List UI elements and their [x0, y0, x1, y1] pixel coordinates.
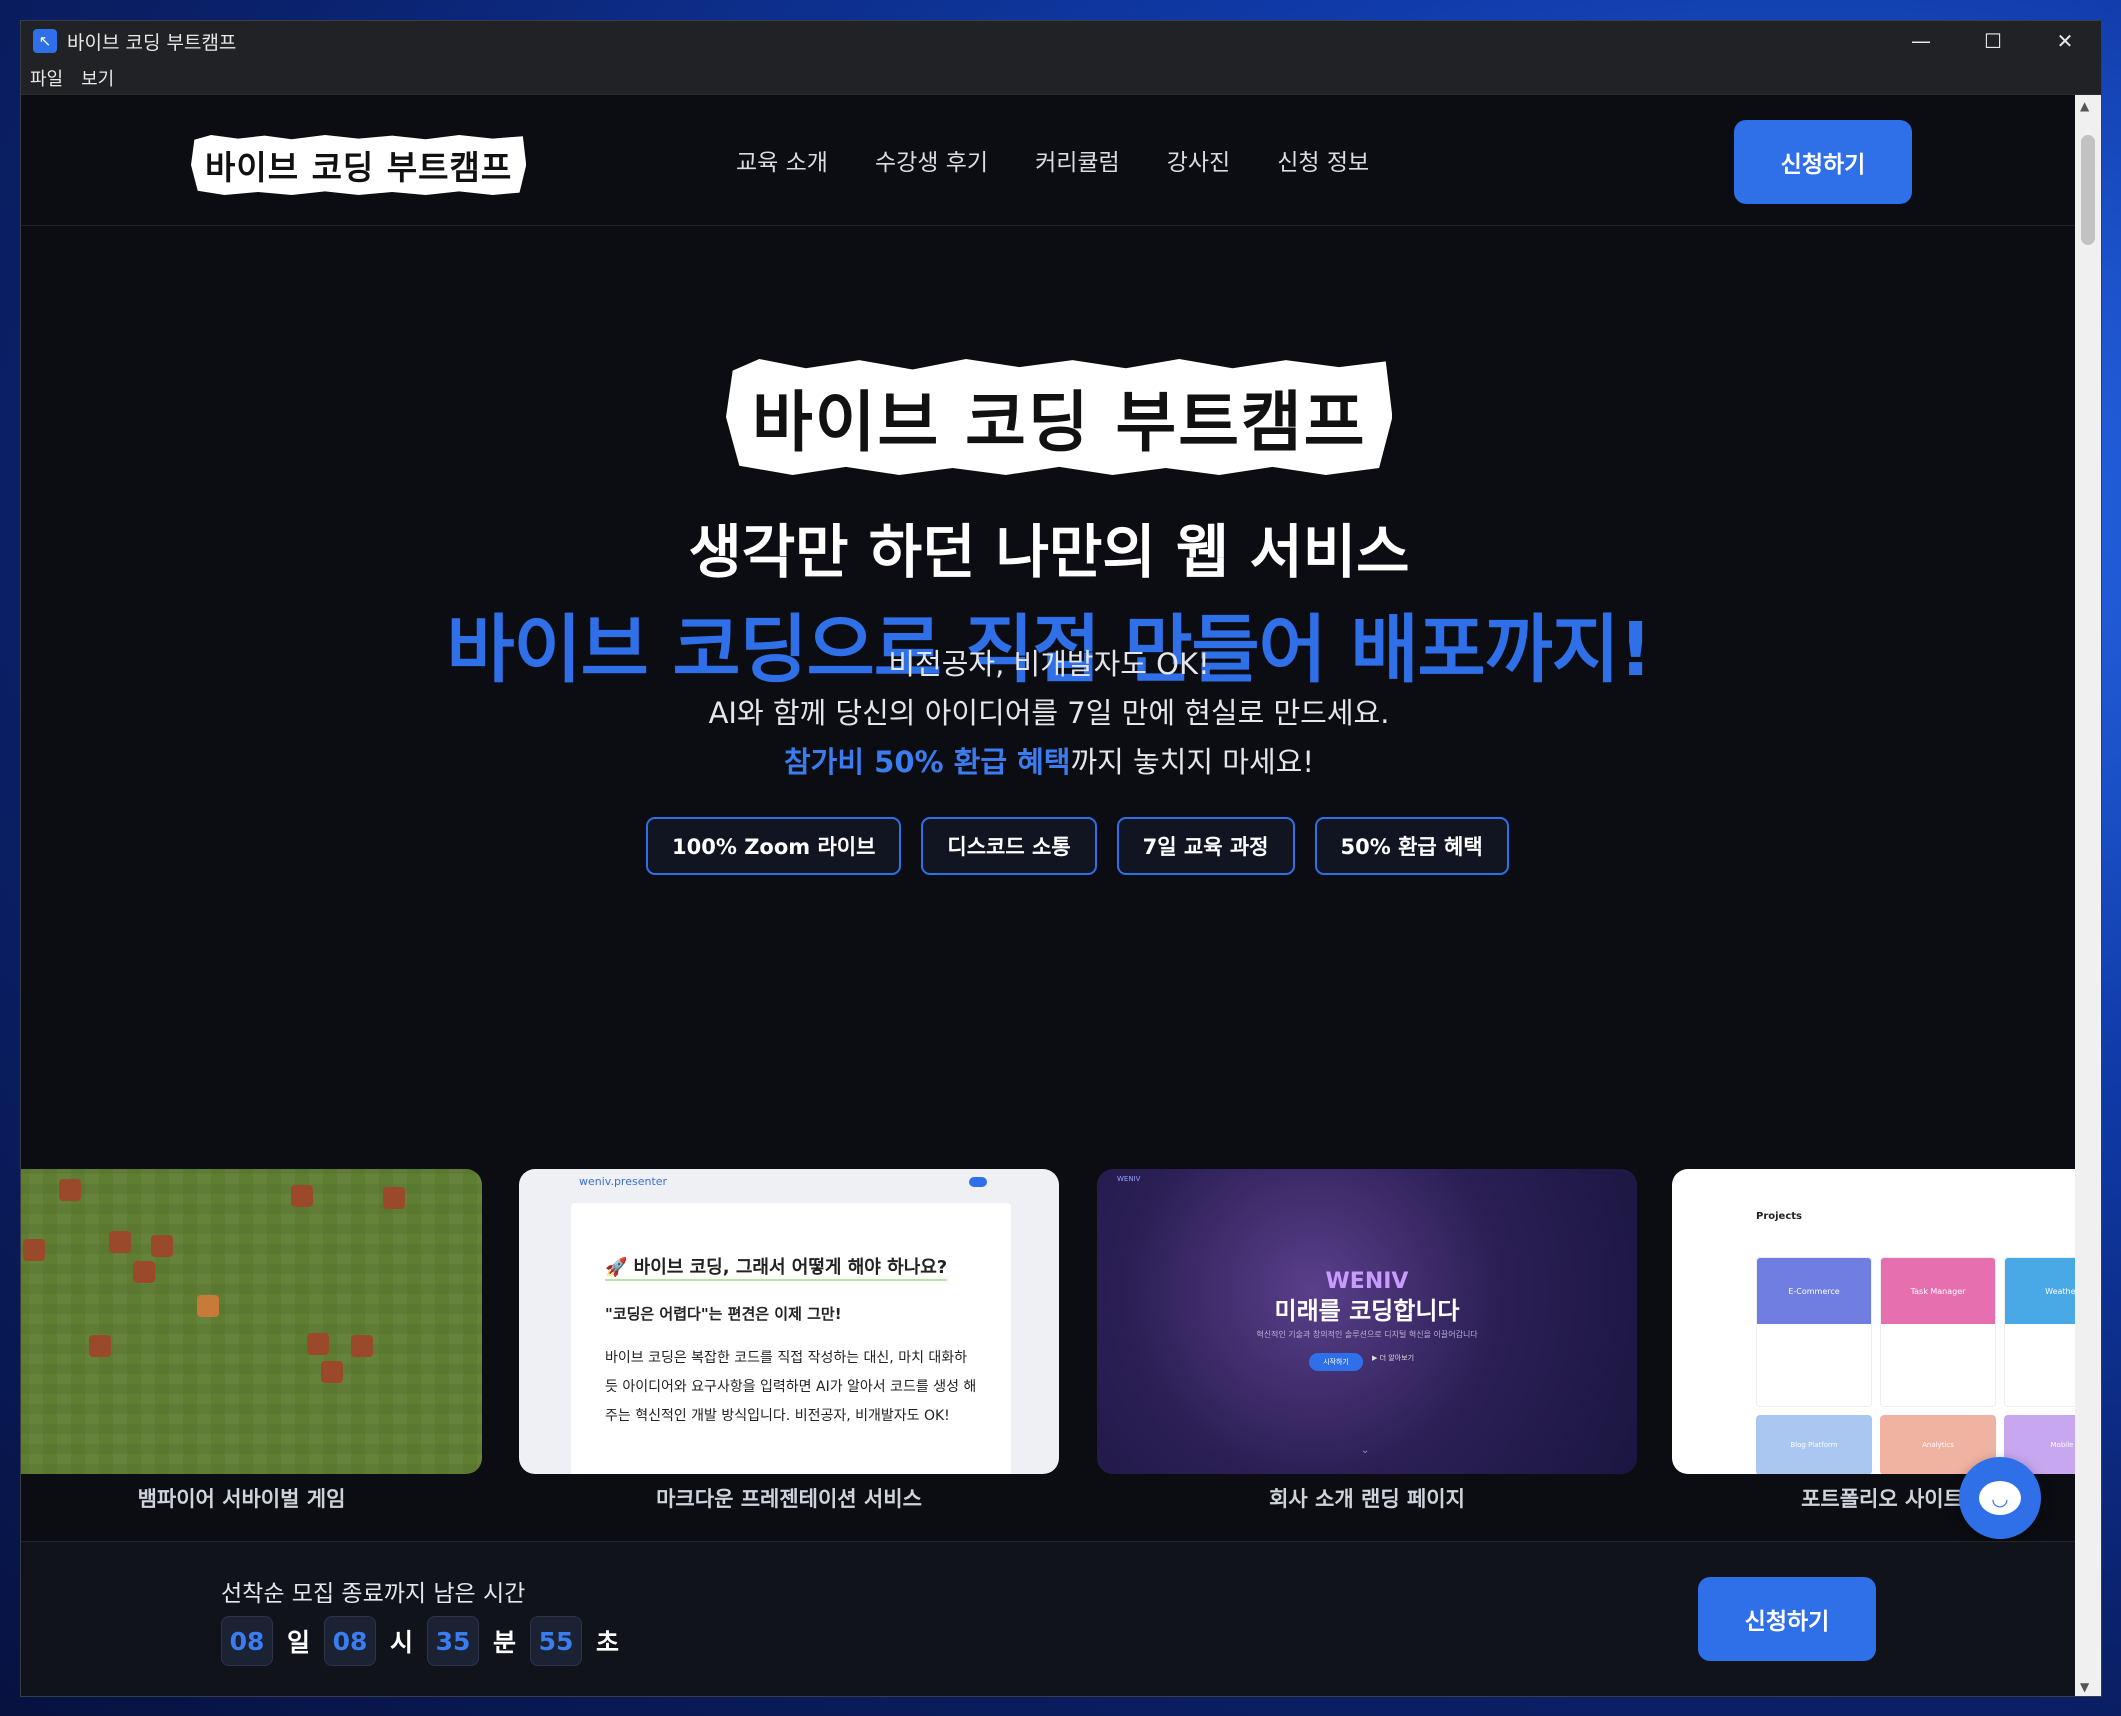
- enemy-sprite: [133, 1261, 155, 1283]
- project-card-game[interactable]: [21, 1169, 482, 1474]
- apply-button-header[interactable]: 신청하기: [1734, 120, 1912, 204]
- scrollbar-thumb[interactable]: [2081, 135, 2095, 245]
- countdown-days: 08: [221, 1616, 273, 1666]
- enemy-sprite: [291, 1185, 313, 1207]
- landing-more-link: ▶ 더 알아보기: [1372, 1354, 1415, 1362]
- landing-desc: 혁신적인 기술과 창의적인 솔루션으로 디지털 혁신을 이끌어갑니다: [1256, 1330, 1478, 1339]
- countdown-bar: 선착순 모집 종료까지 남은 시간 08 일 08 시 35 분 55 초 신청…: [21, 1541, 2077, 1696]
- nav-link-intro[interactable]: 교육 소개: [736, 143, 828, 177]
- enemy-sprite: [383, 1187, 405, 1209]
- nav-link-apply-info[interactable]: 신청 정보: [1277, 143, 1369, 177]
- app-icon: ↖: [33, 29, 57, 53]
- vertical-scrollbar[interactable]: ▲ ▼: [2075, 95, 2101, 1696]
- countdown-minutes: 35: [427, 1616, 480, 1666]
- refund-highlight: 참가비 50% 환급 혜택: [784, 745, 1071, 779]
- portfolio-project: E-Commerce: [1756, 1257, 1872, 1407]
- hero-logo: 바이브 코딩 부트캠프: [726, 359, 1393, 475]
- tag-discord: 디스코드 소통: [921, 817, 1097, 875]
- enemy-sprite: [109, 1231, 131, 1253]
- maximize-button[interactable]: ☐: [1957, 21, 2029, 61]
- title-bar: ↖ 바이브 코딩 부트캠프 — ☐ ✕: [21, 21, 2101, 61]
- nav-links: 교육 소개 수강생 후기 커리큘럼 강사진 신청 정보: [736, 143, 1369, 177]
- player-sprite: [197, 1295, 219, 1317]
- card-caption: 회사 소개 랜딩 페이지: [1269, 1487, 1465, 1511]
- menu-bar: 파일 보기: [21, 61, 2101, 95]
- portfolio-project: Task Manager: [1880, 1257, 1996, 1407]
- countdown-seconds-unit: 초: [596, 1628, 620, 1657]
- nav-link-curriculum[interactable]: 커리큘럼: [1035, 143, 1120, 177]
- portfolio-project: Blog Platform: [1756, 1415, 1872, 1474]
- tag-refund: 50% 환급 혜택: [1314, 817, 1509, 875]
- hero-headline: 생각만 하던 나만의 웹 서비스: [688, 518, 1410, 586]
- countdown-days-unit: 일: [287, 1628, 311, 1657]
- countdown-timer: 08 일 08 시 35 분 55 초: [221, 1616, 619, 1666]
- cursor-icon: ↖: [1356, 407, 1387, 448]
- chevron-down-icon: ⌄: [1361, 1445, 1370, 1456]
- cursor-icon: ↖: [524, 177, 543, 201]
- enemy-sprite: [351, 1335, 373, 1357]
- enemy-sprite: [151, 1235, 173, 1257]
- portfolio-project: Weather: [2004, 1257, 2077, 1407]
- hero-subtext-2: AI와 함께 당신의 아이디어를 7일 만에 현실로 만드세요.: [708, 696, 1390, 730]
- apply-button-bottom[interactable]: 신청하기: [1698, 1577, 1876, 1661]
- enemy-sprite: [23, 1239, 45, 1261]
- portfolio-heading: Projects: [1756, 1211, 1803, 1222]
- hero-subtext-1: 비전공자, 비개발자도 OK!: [888, 647, 1210, 681]
- countdown-hours-unit: 시: [390, 1628, 414, 1657]
- project-card-presenter[interactable]: weniv.presenter 🚀 바이브 코딩, 그래서 어떻게 해야 하나요…: [519, 1169, 1059, 1474]
- menu-file[interactable]: 파일: [30, 65, 63, 91]
- enemy-sprite: [321, 1361, 343, 1383]
- project-card-portfolio[interactable]: Projects E-Commerce Task Manager Weather…: [1672, 1169, 2077, 1474]
- chat-icon: ◡: [1979, 1481, 2021, 1515]
- minimize-button[interactable]: —: [1885, 21, 1957, 61]
- nav-link-instructors[interactable]: 강사진: [1167, 143, 1230, 177]
- countdown-label: 선착순 모집 종료까지 남은 시간: [221, 1581, 526, 1607]
- project-card-landing[interactable]: WENIV WENIV 미래를 코딩합니다 혁신적인 기술과 창의적인 솔루션으…: [1097, 1169, 1637, 1474]
- scroll-down-icon[interactable]: ▼: [2080, 1680, 2089, 1694]
- slide-subheading: "코딩은 어렵다"는 편견은 이제 그만!: [605, 1305, 842, 1323]
- app-window: ↖ 바이브 코딩 부트캠프 — ☐ ✕ 파일 보기 바이브 코딩 부트캠프 ↖ 교…: [20, 20, 2102, 1697]
- enemy-sprite: [59, 1179, 81, 1201]
- countdown-hours: 08: [324, 1616, 377, 1666]
- slide-preview: 🚀 바이브 코딩, 그래서 어떻게 해야 하나요? "코딩은 어렵다"는 편견은…: [571, 1203, 1011, 1474]
- card-caption: 뱀파이어 서바이벌 게임: [137, 1487, 346, 1511]
- web-viewport: 바이브 코딩 부트캠프 ↖ 교육 소개 수강생 후기 커리큘럼 강사진 신청 정보…: [21, 95, 2077, 1696]
- presenter-brand: weniv.presenter: [579, 1175, 668, 1188]
- landing-brand: WENIV: [1117, 1175, 1141, 1183]
- nav-link-reviews[interactable]: 수강생 후기: [875, 143, 988, 177]
- enemy-sprite: [307, 1333, 329, 1355]
- enemy-sprite: [89, 1335, 111, 1357]
- card-caption: 마크다운 프레젠테이션 서비스: [656, 1487, 922, 1511]
- feature-tags: 100% Zoom 라이브 디스코드 소통 7일 교육 과정 50% 환급 혜택: [646, 817, 1509, 875]
- tag-7day-course: 7일 교육 과정: [1116, 817, 1295, 875]
- hero-subtext-3: 참가비 50% 환급 혜택까지 놓치지 마세요!: [784, 745, 1314, 779]
- landing-tagline: 미래를 코딩합니다: [1274, 1297, 1460, 1325]
- theme-toggle: [969, 1177, 987, 1187]
- landing-start-button: 시작하기: [1309, 1353, 1363, 1371]
- chat-launcher-button[interactable]: ◡: [1959, 1457, 2041, 1539]
- countdown-seconds: 55: [530, 1616, 583, 1666]
- site-logo[interactable]: 바이브 코딩 부트캠프 ↖: [191, 135, 527, 195]
- tag-zoom-live: 100% Zoom 라이브: [646, 817, 902, 875]
- scroll-up-icon[interactable]: ▲: [2080, 99, 2089, 113]
- close-button[interactable]: ✕: [2029, 21, 2101, 61]
- slide-heading: 🚀 바이브 코딩, 그래서 어떻게 해야 하나요?: [605, 1253, 948, 1281]
- menu-view[interactable]: 보기: [81, 65, 114, 91]
- window-title: 바이브 코딩 부트캠프: [67, 31, 237, 54]
- slide-body: 바이브 코딩은 복잡한 코드를 직접 작성하는 대신, 마치 대화하듯 아이디어…: [605, 1350, 977, 1424]
- site-header: 바이브 코딩 부트캠프 ↖ 교육 소개 수강생 후기 커리큘럼 강사진 신청 정보…: [21, 95, 2077, 226]
- countdown-minutes-unit: 분: [493, 1628, 517, 1657]
